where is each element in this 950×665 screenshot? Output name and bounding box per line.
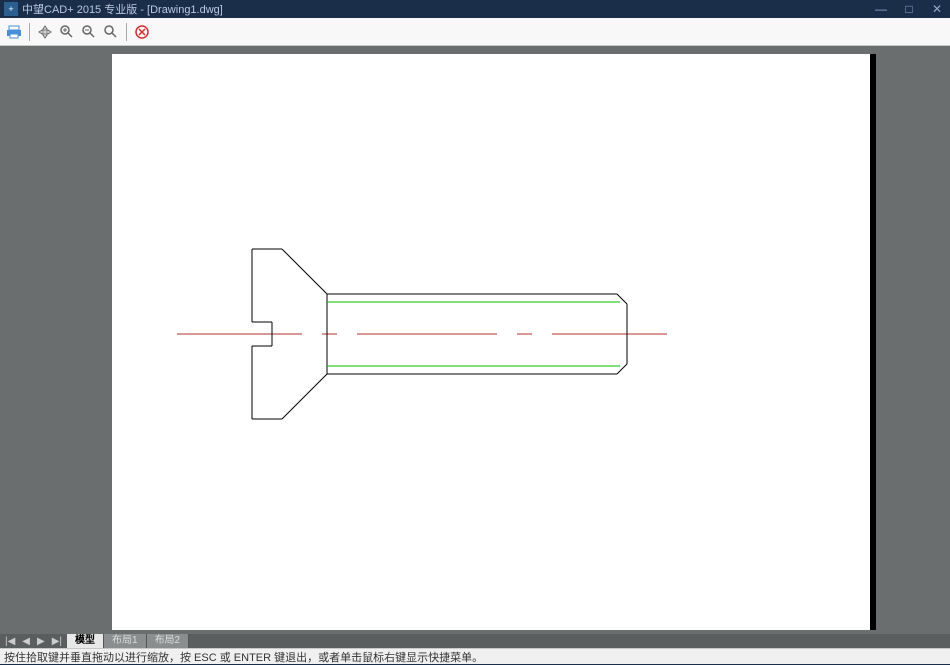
- toolbar-divider: [29, 23, 30, 41]
- minimize-button[interactable]: —: [872, 2, 890, 16]
- close-preview-button[interactable]: [132, 22, 152, 42]
- tab-model[interactable]: 模型: [67, 634, 104, 648]
- maximize-button[interactable]: □: [900, 2, 918, 16]
- tab-next-button[interactable]: ▶: [34, 636, 48, 647]
- document-name: [Drawing1.dwg]: [147, 4, 223, 16]
- statusbar: 按住拾取键并垂直拖动以进行缩放，按 ESC 或 ENTER 键退出，或者单击鼠标…: [0, 648, 950, 664]
- layout-tabbar: |◀ ◀ ▶ ▶| 模型 布局1 布局2: [0, 634, 950, 648]
- titlebar: + 中望CAD+ 2015 专业版 - [Drawing1.dwg] — □ ✕: [0, 0, 950, 18]
- app-name: 中望CAD+ 2015 专业版: [22, 4, 137, 16]
- window-title: 中望CAD+ 2015 专业版 - [Drawing1.dwg]: [22, 1, 872, 17]
- app-icon: +: [4, 2, 18, 16]
- close-button[interactable]: ✕: [928, 2, 946, 16]
- tab-navigation: |◀ ◀ ▶ ▶|: [0, 636, 67, 647]
- tab-first-button[interactable]: |◀: [2, 636, 18, 647]
- drawing-canvas[interactable]: [112, 54, 870, 630]
- status-message: 按住拾取键并垂直拖动以进行缩放，按 ESC 或 ENTER 键退出，或者单击鼠标…: [4, 649, 483, 665]
- toolbar-divider: [126, 23, 127, 41]
- tab-prev-button[interactable]: ◀: [19, 636, 33, 647]
- tab-layout2[interactable]: 布局2: [147, 634, 190, 648]
- layout-tabs: 模型 布局1 布局2: [67, 634, 189, 648]
- zoom-in-button[interactable]: [57, 22, 77, 42]
- pan-button[interactable]: [35, 22, 55, 42]
- tab-last-button[interactable]: ▶|: [49, 636, 65, 647]
- zoom-extent-button[interactable]: [101, 22, 121, 42]
- zoom-out-button[interactable]: [79, 22, 99, 42]
- print-button[interactable]: [4, 22, 24, 42]
- toolbar: [0, 18, 950, 46]
- technical-drawing: [112, 54, 870, 630]
- window-controls: — □ ✕: [872, 2, 946, 16]
- drawing-area: [0, 46, 950, 634]
- tab-layout1[interactable]: 布局1: [104, 634, 147, 648]
- canvas-edge: [870, 54, 876, 630]
